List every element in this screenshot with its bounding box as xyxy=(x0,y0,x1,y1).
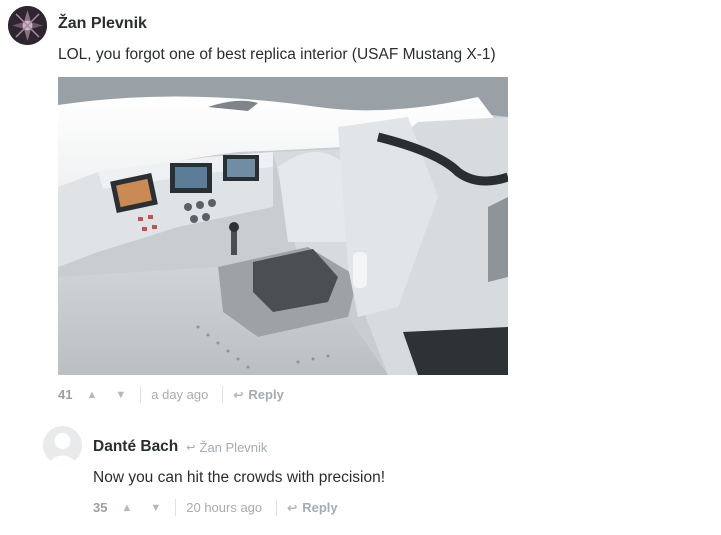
reply-icon: ↩ xyxy=(186,441,196,454)
upvote-icon[interactable]: ▲ xyxy=(121,502,132,514)
comment-author[interactable]: Žan Plevnik xyxy=(58,15,147,33)
reply-button[interactable]: ↩ Reply xyxy=(287,500,337,515)
upvote-icon[interactable]: ▲ xyxy=(86,389,97,401)
reply-label: Reply xyxy=(302,500,338,515)
in-reply-to[interactable]: ↩ Žan Plevnik xyxy=(186,440,267,455)
parent-author: Žan Plevnik xyxy=(199,439,268,455)
comment-timestamp[interactable]: a day ago xyxy=(151,387,208,402)
reply-button[interactable]: ↩ Reply xyxy=(233,387,283,402)
comment-text: Now you can hit the crowds with precisio… xyxy=(93,469,386,486)
reply-icon: ↩ xyxy=(287,500,298,515)
vote-count: 41 xyxy=(58,387,73,402)
avatar[interactable] xyxy=(43,426,82,465)
divider xyxy=(276,499,278,516)
comment-footer: 35 ▲ ▼ 20 hours ago ↩ Reply xyxy=(93,499,338,516)
vote-count: 35 xyxy=(93,500,108,515)
comment-text: LOL, you forgot one of best replica inte… xyxy=(58,46,496,63)
divider xyxy=(222,386,224,403)
downvote-icon[interactable]: ▼ xyxy=(115,389,126,401)
reply-label: Reply xyxy=(248,387,284,402)
comment-header: Danté Bach ↩ Žan Plevnik xyxy=(93,438,267,456)
reply-icon: ↩ xyxy=(233,387,244,402)
comment-author[interactable]: Danté Bach xyxy=(93,438,178,456)
divider xyxy=(140,386,142,403)
comment-footer: 41 ▲ ▼ a day ago ↩ Reply xyxy=(58,386,284,403)
cockpit-photo[interactable] xyxy=(58,77,508,375)
avatar[interactable] xyxy=(8,6,47,45)
downvote-icon[interactable]: ▼ xyxy=(150,502,161,514)
comment-timestamp[interactable]: 20 hours ago xyxy=(186,500,262,515)
divider xyxy=(175,499,177,516)
